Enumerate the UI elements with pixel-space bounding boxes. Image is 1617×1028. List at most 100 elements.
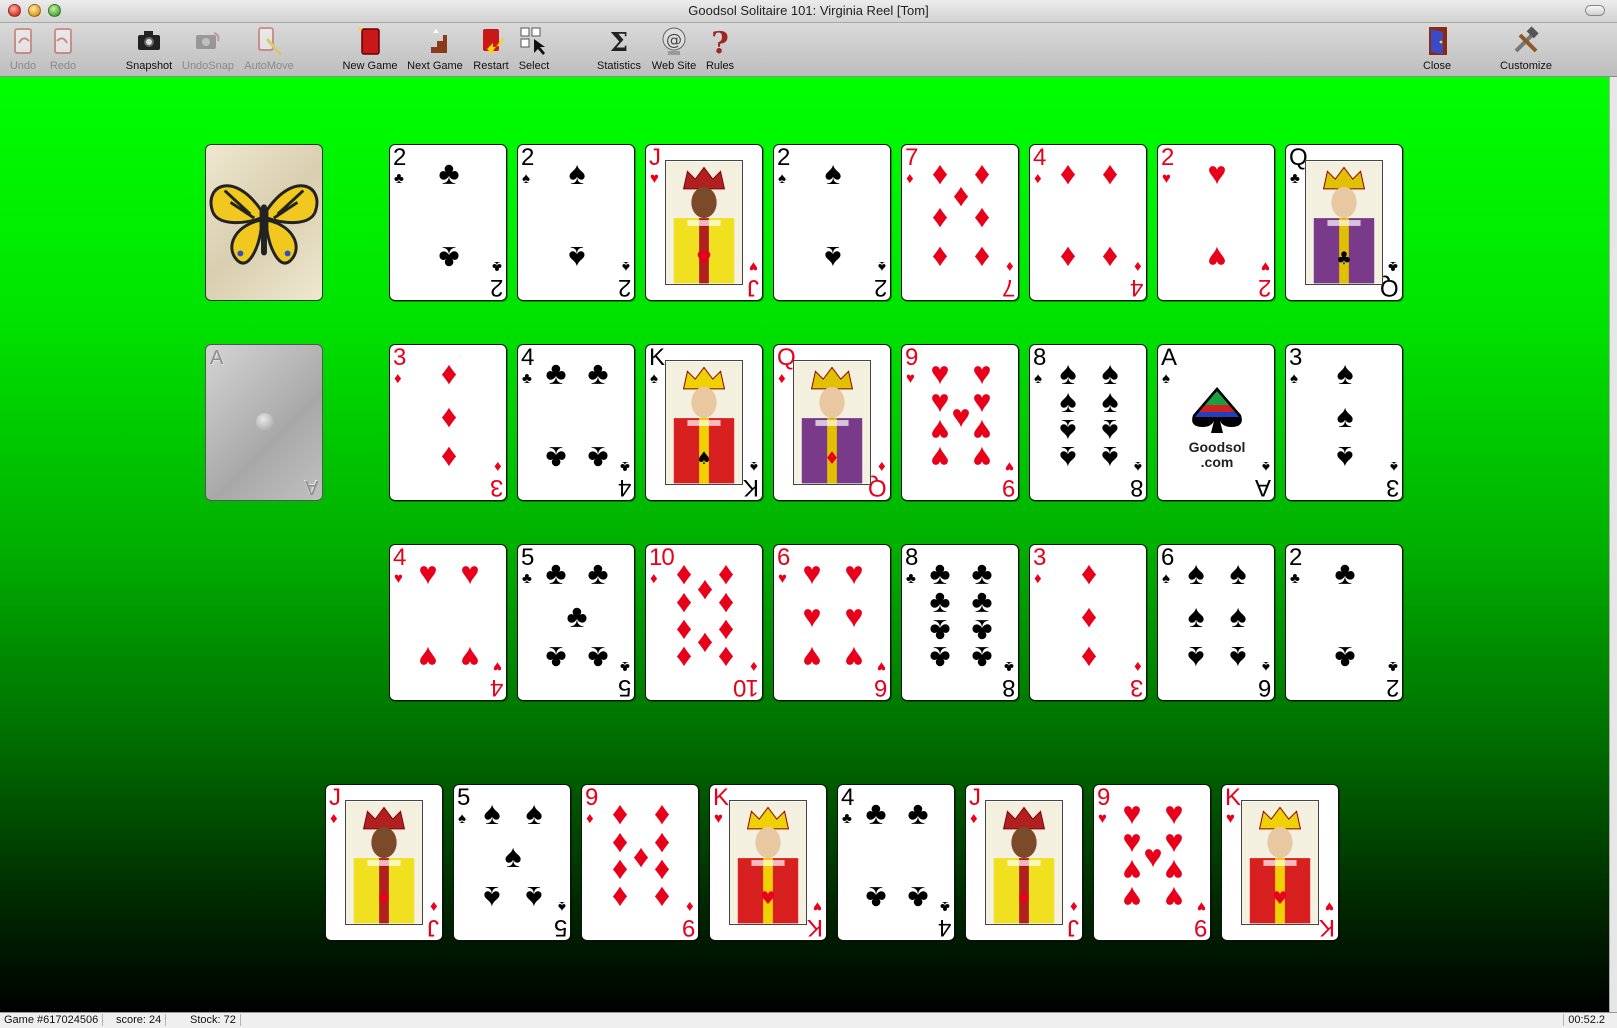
heart-icon: ♥ <box>1325 898 1334 915</box>
close-label: Close <box>1422 60 1452 72</box>
tableau-card[interactable]: 4 ♥ 4 ♥ ♥ ♥ ♥ ♥ <box>389 544 507 701</box>
automove-button[interactable]: AutoMove <box>234 25 304 72</box>
tableau-card[interactable]: J ♥ J ♥ ♥ <box>645 144 763 301</box>
tableau-card[interactable]: 9 ♥ 9 ♥ ♥ ♥ ♥ ♥ ♥ ♥ ♥ ♥ ♥ <box>901 344 1019 501</box>
svg-text:♥: ♥ <box>1272 889 1288 909</box>
tableau-card[interactable]: 6 ♠ 6 ♠ ♠ ♠ ♠ ♠ ♠ ♠ <box>1157 544 1275 701</box>
butterfly-icon <box>209 184 319 265</box>
close-button[interactable]: Close <box>1402 25 1472 72</box>
tableau-card[interactable]: 10 ♦ 10 ♦ ♦ ♦ ♦ ♦ ♦ ♦ ♦ ♦ ♦ ♦ <box>645 544 763 701</box>
tableau-card[interactable]: 4 ♣ 4 ♣ ♣ ♣ ♣ ♣ <box>517 344 635 501</box>
diamond-pip-icon: ♦ <box>1080 640 1098 676</box>
tableau-card[interactable]: 2 ♣ 2 ♣ ♣ ♣ <box>389 144 507 301</box>
heart-pip-icon: ♥ <box>1207 155 1227 191</box>
tableau-card[interactable]: 8 ♠ 8 ♠ ♠ ♠ ♠ ♠ ♠ ♠ ♠ ♠ <box>1029 344 1147 501</box>
tableau-card[interactable]: K ♠ K ♠ ♠ <box>645 344 763 501</box>
tableau-card[interactable]: 4 ♦ 4 ♦ ♦ ♦ ♦ ♦ <box>1029 144 1147 301</box>
select-label: Select <box>518 60 550 72</box>
question-mark-icon: ? <box>704 25 736 61</box>
diamond-icon: ♦ <box>1134 258 1142 275</box>
tableau-card[interactable]: Q ♣ Q ♣ ♣ <box>1285 144 1403 301</box>
card-rank: 2 <box>393 144 406 171</box>
tableau-card[interactable]: 2 ♠ 2 ♠ ♠ ♠ <box>773 144 891 301</box>
spade-pip-icon: ♠ <box>1336 355 1354 391</box>
spade-pip-icon: ♠ <box>1187 555 1205 591</box>
reserve-card[interactable]: 9 ♥ 9 ♥ ♥ ♥ ♥ ♥ ♥ ♥ ♥ ♥ ♥ <box>1093 784 1211 941</box>
stock-pile[interactable] <box>205 144 323 301</box>
tableau-card[interactable]: 7 ♦ 7 ♦ ♦ ♦ ♦ ♦ ♦ ♦ ♦ <box>901 144 1019 301</box>
reserve-card[interactable]: J ♦ J ♦ ♦ <box>325 784 443 941</box>
customize-button[interactable]: Customize <box>1491 25 1561 72</box>
heart-icon: ♥ <box>1226 810 1235 827</box>
tableau-card[interactable]: 2 ♠ 2 ♠ ♠ ♠ <box>517 144 635 301</box>
tableau-card[interactable]: 5 ♣ 5 ♣ ♣ ♣ ♣ ♣ ♣ <box>517 544 635 701</box>
undosnap-button[interactable]: UndoSnap <box>173 25 243 72</box>
card-rank: 4 <box>618 474 631 501</box>
spade-icon: ♠ <box>1290 370 1298 387</box>
redo-button[interactable]: Redo <box>28 25 98 72</box>
spade-pip-icon: ♠ <box>504 838 522 874</box>
card-rank: 4 <box>393 544 406 571</box>
club-pip-icon: ♣ <box>865 795 887 831</box>
svg-text:Σ: Σ <box>610 28 628 57</box>
tableau-card[interactable]: 8 ♣ 8 ♣ ♣ ♣ ♣ ♣ ♣ ♣ ♣ ♣ <box>901 544 1019 701</box>
club-icon: ♣ <box>522 570 532 587</box>
reserve-card[interactable]: 5 ♠ 5 ♠ ♠ ♠ ♠ ♠ ♠ <box>453 784 571 941</box>
spade-pip-icon: ♠ <box>483 795 501 831</box>
club-pip-icon: ♣ <box>587 555 609 591</box>
diamond-pip-icon: ♦ <box>1059 240 1077 276</box>
reserve-card[interactable]: K ♥ K ♥ ♥ <box>709 784 827 941</box>
tableau-card[interactable]: 3 ♦ 3 ♦ ♦ ♦ ♦ <box>1029 544 1147 701</box>
card-rank: 2 <box>618 274 631 301</box>
automove-wand-icon <box>253 25 285 57</box>
card-rank: 8 <box>1002 674 1015 701</box>
club-pip-icon: ♣ <box>907 880 929 916</box>
reserve-card[interactable]: 4 ♣ 4 ♣ ♣ ♣ ♣ ♣ <box>837 784 955 941</box>
jack-portrait: ♦ <box>985 800 1063 925</box>
heart-pip-icon: ♥ <box>972 440 992 476</box>
diamond-pip-icon: ♦ <box>675 640 693 676</box>
tableau-card[interactable]: 6 ♥ 6 ♥ ♥ ♥ ♥ ♥ ♥ ♥ <box>773 544 891 701</box>
card-rank: 4 <box>521 344 534 371</box>
card-rank: 3 <box>1386 474 1399 501</box>
waste-pile[interactable]: AA <box>205 344 323 501</box>
logo-text: Goodsol <box>1188 439 1246 455</box>
card-rank: K <box>807 914 823 941</box>
tableau-card[interactable]: 3 ♠ 3 ♠ ♠ ♠ ♠ <box>1285 344 1403 501</box>
reserve-card[interactable]: K ♥ K ♥ ♥ <box>1221 784 1339 941</box>
svg-text:♦: ♦ <box>1016 889 1032 909</box>
heart-icon: ♥ <box>813 898 822 915</box>
heart-icon: ♥ <box>493 658 502 675</box>
tableau-card[interactable]: 2 ♣ 2 ♣ ♣ ♣ <box>1285 544 1403 701</box>
club-pip-icon: ♣ <box>865 880 887 916</box>
spade-pip-icon: ♠ <box>1229 598 1247 634</box>
toolbar: Undo Redo Snapshot UndoSnap AutoMove New Game… <box>0 23 1617 77</box>
tableau-card[interactable]: A ♠ A ♠ Goodsol .com <box>1157 344 1275 501</box>
window-edge <box>1609 77 1617 1012</box>
select-button[interactable]: Select <box>499 25 569 72</box>
spade-pip-icon: ♠ <box>525 880 543 916</box>
timer: 00:52.2 <box>1563 1014 1609 1026</box>
tableau-card[interactable]: Q ♦ Q ♦ ♦ <box>773 344 891 501</box>
club-icon: ♣ <box>906 570 916 587</box>
club-icon: ♣ <box>522 370 532 387</box>
card-rank: J <box>1068 914 1079 941</box>
king-portrait: ♥ <box>1241 800 1319 925</box>
newgame-button[interactable]: New Game <box>335 25 405 72</box>
club-icon: ♣ <box>394 170 404 187</box>
rules-button[interactable]: ? Rules <box>685 25 755 72</box>
card-rank: 6 <box>1258 674 1271 701</box>
card-rank: K <box>1225 784 1241 811</box>
spade-icon: ♠ <box>1162 570 1170 587</box>
card-rank: 4 <box>938 914 951 941</box>
reserve-card[interactable]: 9 ♦ 9 ♦ ♦ ♦ ♦ ♦ ♦ ♦ ♦ ♦ ♦ <box>581 784 699 941</box>
reserve-card[interactable]: J ♦ J ♦ ♦ <box>965 784 1083 941</box>
camera-icon <box>133 25 165 57</box>
toolbar-toggle-button[interactable] <box>1585 5 1605 16</box>
heart-pip-icon: ♥ <box>1164 880 1184 916</box>
tableau-card[interactable]: 3 ♦ 3 ♦ ♦ ♦ ♦ <box>389 344 507 501</box>
card-rank: 4 <box>841 784 854 811</box>
svg-text:♠: ♠ <box>696 449 712 469</box>
tableau-card[interactable]: 2 ♥ 2 ♥ ♥ ♥ <box>1157 144 1275 301</box>
card-rank: J <box>329 784 341 811</box>
